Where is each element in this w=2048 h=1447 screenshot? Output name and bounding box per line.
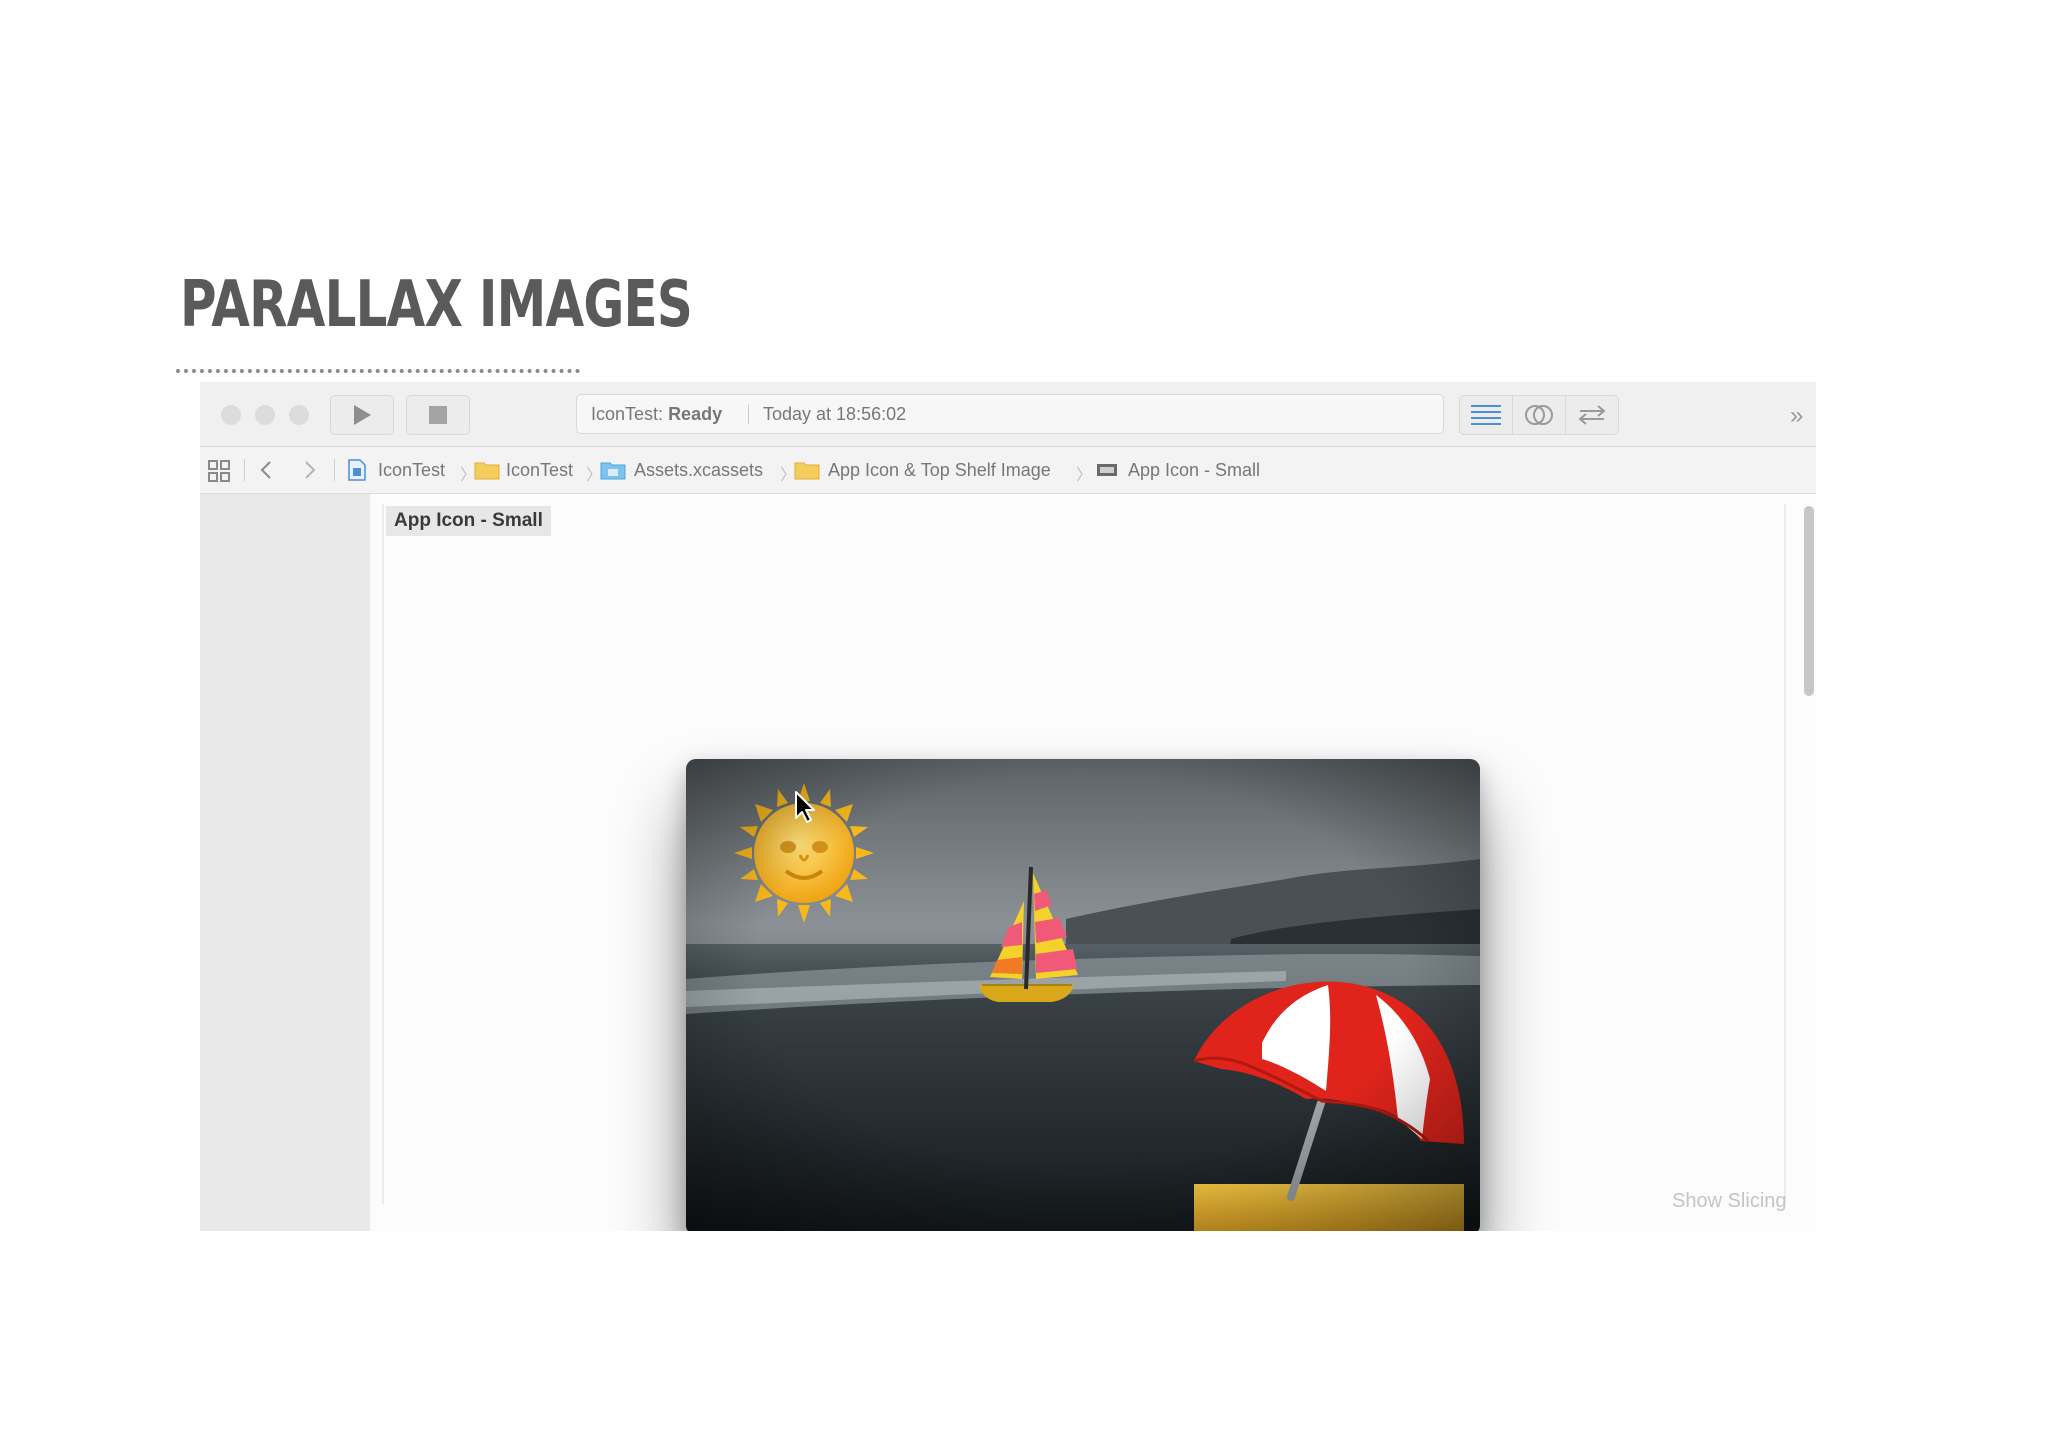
image-stack-icon xyxy=(1097,464,1117,476)
project-file-icon xyxy=(348,459,366,481)
assistant-editor-button[interactable] xyxy=(1512,395,1566,435)
swap-arrows-icon xyxy=(1578,405,1606,425)
asset-catalog-icon xyxy=(600,462,626,480)
back-chevron-icon[interactable] xyxy=(260,460,272,480)
venn-icon xyxy=(1525,405,1553,425)
vertical-scrollbar[interactable] xyxy=(1804,506,1814,696)
toolbar-overflow-chevron[interactable]: » xyxy=(1790,402,1803,430)
toolbar: IconTest: Ready Today at 18:56:02 » xyxy=(200,382,1816,447)
status-scheme: IconTest: Ready xyxy=(591,404,723,424)
breadcrumb-project[interactable]: IconTest xyxy=(378,447,445,493)
asset-navigator-sidebar xyxy=(200,494,370,1231)
breadcrumb-assets[interactable]: Assets.xcassets xyxy=(634,447,763,493)
stop-button[interactable] xyxy=(406,395,470,435)
run-button[interactable] xyxy=(330,395,394,435)
jump-bar: IconTest 〉 IconTest 〉 Assets.xcassets 〉 … xyxy=(200,447,1816,494)
stop-icon xyxy=(429,406,447,424)
status-timestamp: Today at 18:56:02 xyxy=(763,404,907,424)
forward-chevron-icon[interactable] xyxy=(304,460,316,480)
beach-scene-image xyxy=(686,759,1480,1231)
folder-icon xyxy=(794,462,820,480)
version-editor-button[interactable] xyxy=(1565,395,1619,435)
related-items-grid-icon[interactable] xyxy=(208,460,230,482)
play-icon xyxy=(354,405,371,425)
minimize-window-button[interactable] xyxy=(255,405,275,425)
asset-title-label: App Icon - Small xyxy=(386,506,551,536)
mouse-pointer-icon xyxy=(795,791,815,823)
xcode-window: IconTest: Ready Today at 18:56:02 » Icon… xyxy=(200,382,1816,1231)
slide-title: PARALLAX IMAGES xyxy=(180,268,693,342)
title-divider xyxy=(176,369,580,373)
breadcrumb-app-icon-small[interactable]: App Icon - Small xyxy=(1128,447,1260,493)
close-window-button[interactable] xyxy=(221,405,241,425)
breadcrumb-app-icon-set[interactable]: App Icon & Top Shelf Image xyxy=(828,447,1051,493)
show-slicing-button[interactable]: Show Slicing xyxy=(1672,1190,1787,1213)
parallax-icon-preview[interactable] xyxy=(686,759,1480,1231)
standard-editor-button[interactable] xyxy=(1459,395,1513,435)
lines-icon xyxy=(1471,405,1501,425)
breadcrumb-group[interactable]: IconTest xyxy=(506,447,573,493)
folder-icon xyxy=(474,462,500,480)
zoom-window-button[interactable] xyxy=(289,405,309,425)
status-state: Ready xyxy=(668,404,723,424)
activity-status: IconTest: Ready Today at 18:56:02 xyxy=(576,394,1444,434)
asset-editor-canvas: App Icon - Small Show Slicing xyxy=(370,494,1816,1231)
